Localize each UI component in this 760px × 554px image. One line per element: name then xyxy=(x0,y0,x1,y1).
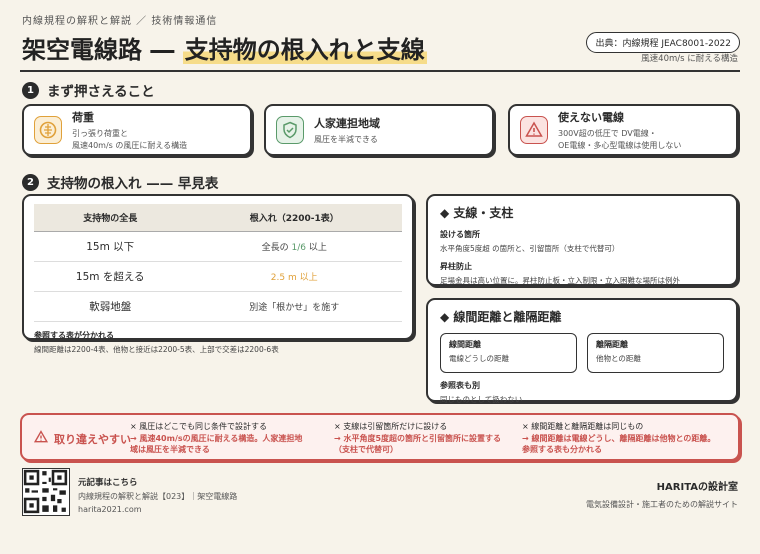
card-residential: 人家連担地域 風圧を半減できる xyxy=(264,104,494,156)
header-divider xyxy=(20,70,740,72)
common-mistakes-banner: 取り違えやすい × 風圧はどこでも同じ条件で設計する → 風速40m/sの風圧に… xyxy=(20,413,740,461)
section2-title: 支持物の根入れ —— 早見表 xyxy=(47,176,219,192)
separation-distance-title: 離隔距離 xyxy=(596,340,628,349)
table-cell-length: 軟弱地盤 xyxy=(34,291,187,322)
card-unusable-title: 使えない電線 xyxy=(558,110,624,124)
source-badge: 出典：内線規程 JEAC8001-2022 xyxy=(586,32,740,53)
card-load: 荷重 引っ張り荷重と風速40m/s の風圧に耐える構造 xyxy=(22,104,252,156)
table-header-length: 支持物の全長 xyxy=(34,204,187,232)
table-cell-depth: 全長の 1/6 以上 xyxy=(186,231,402,262)
table-cell-length: 15m 以下 xyxy=(34,231,187,262)
mistake-wrong: × 風圧はどこでも同じ条件で設計する xyxy=(130,422,268,431)
card-unusable-desc2: OE電線・多心型電線は使用しない xyxy=(558,140,682,150)
card-load-title: 荷重 xyxy=(72,110,94,124)
qr-code[interactable] xyxy=(22,468,70,516)
separation-distance-box: 離隔距離 他物との距離 xyxy=(587,333,724,373)
mistake-right: → 線間距離は電線どうし、離隔距離は他物との距離。 xyxy=(522,433,716,443)
common-mistakes-label: 取り違えやすい xyxy=(33,430,131,447)
site-url[interactable]: harita2021.com xyxy=(78,505,237,514)
title-main: 架空電線路 ― xyxy=(22,36,183,64)
shield-check-icon xyxy=(276,116,304,144)
separation-distance-desc: 他物との距離 xyxy=(596,354,641,363)
article-link[interactable]: 元記事はこちら 内線規程の解釈と解説【023】｜架空電線路 harita2021… xyxy=(78,476,237,514)
page-title: 架空電線路 ― 支持物の根入れと支線 xyxy=(22,30,427,65)
mistake-right: → 水平角度5度超の箇所と引留箇所に設置する xyxy=(334,433,502,443)
mistake-right: （支柱で代替可） xyxy=(334,445,398,455)
card-residential-desc1: 風圧を半減できる xyxy=(314,134,378,144)
guy-wire-item-title: 昇柱防止 xyxy=(440,262,472,271)
eyebrow-text: 内線規程の解釈と解説 ／ 技術情報通信 xyxy=(22,16,218,27)
mistake-wrong: × 支線は引留箇所だけに設ける xyxy=(334,422,448,431)
table-row: 15m 以下 全長の 1/6 以上 xyxy=(34,231,402,262)
footer-brand: HARITAの設計室 電気設備設計・施工者のための解説サイト xyxy=(586,478,738,510)
title-highlight: 支持物の根入れと支線 xyxy=(182,36,427,64)
distance-ref-desc: 同じものとして扱わない xyxy=(440,395,523,404)
table-cell-depth: 2.5 m 以上 xyxy=(186,261,402,292)
section1-heading: 1 まず押さえること xyxy=(22,80,155,100)
distance-ref-title: 参照表も別 xyxy=(440,381,480,390)
section2-heading: 2 支持物の根入れ —— 早見表 xyxy=(22,172,218,192)
card-unusable-desc1: 300V超の低圧で DV電線・ xyxy=(558,128,657,138)
table-header-depth: 根入れ（2200-1表） xyxy=(186,204,402,232)
article-link-title: 元記事はこちら xyxy=(78,478,138,488)
brand-tagline: 電気設備設計・施工者のための解説サイト xyxy=(586,500,738,509)
distance-panel: ◆ 線間距離と離隔距離 線間距離 電線どうしの距離 離隔距離 他物との距離 参照… xyxy=(426,298,738,404)
guy-wire-item-desc: 水平角度5度超 の箇所と、引留箇所（支柱で代替可） xyxy=(440,244,620,253)
section1-title: まず押さえること xyxy=(47,84,155,100)
mistake-item: × 線間距離と離隔距離は同じもの → 線間距離は電線どうし、離隔距離は他物との距… xyxy=(522,421,715,456)
mistake-right: 域は風圧を半減できる xyxy=(130,445,210,455)
guy-wire-title: ◆ 支線・支柱 xyxy=(440,206,514,220)
table-row: 15m を超える 2.5 m 以上 xyxy=(34,261,402,292)
section2-number: 2 xyxy=(22,173,39,191)
distance-title: ◆ 線間距離と離隔距離 xyxy=(440,310,562,324)
card-residential-title: 人家連担地域 xyxy=(314,116,380,130)
burial-depth-table-card: 支持物の全長 根入れ（2200-1表） 15m 以下 全長の 1/6 以上 15… xyxy=(22,194,414,354)
card-load-desc2: 風速40m/s の風圧に耐える構造 xyxy=(72,140,188,150)
guy-wire-item-desc: 足場金具は高い位置に。昇柱防止板・立入制限・立入困難な場所は例外 xyxy=(440,276,680,285)
source-note: 風速40m/s に耐える構造 xyxy=(641,54,738,64)
mistake-item: × 支線は引留箇所だけに設ける → 水平角度5度超の箇所と引留箇所に設置する （… xyxy=(334,421,501,456)
mistake-item: × 風圧はどこでも同じ条件で設計する → 風速40m/sの風圧に耐える構造。人家… xyxy=(130,421,302,456)
mistake-wrong: × 線間距離と離隔距離は同じもの xyxy=(522,422,644,431)
warning-icon xyxy=(33,430,49,447)
table-cell-depth: 別途「根かせ」を施す xyxy=(186,291,402,322)
section1-number: 1 xyxy=(22,81,39,99)
article-link-desc: 内線規程の解釈と解説【023】｜架空電線路 xyxy=(78,492,238,501)
line-distance-title: 線間距離 xyxy=(449,340,481,349)
table-ref-desc: 線間距離は2200-4表、他物と接近は2200-5表、上部で交差は2200-6表 xyxy=(34,345,279,354)
line-distance-desc: 電線どうしの距離 xyxy=(449,354,509,363)
card-unusable-wire: 使えない電線 300V超の低圧で DV電線・ OE電線・多心型電線は使用しない xyxy=(508,104,738,156)
mistake-right: 参照する表も分かれる xyxy=(522,445,602,455)
table-cell-length: 15m を超える xyxy=(34,261,187,292)
table-row: 軟弱地盤 別途「根かせ」を施す xyxy=(34,291,402,322)
mistake-right: → 風速40m/sの風圧に耐える構造。人家連担地 xyxy=(130,433,303,443)
line-distance-box: 線間距離 電線どうしの距離 xyxy=(440,333,577,373)
card-load-desc1: 引っ張り荷重と xyxy=(72,128,128,138)
guy-wire-item-title: 設ける箇所 xyxy=(440,230,480,239)
load-icon xyxy=(34,116,62,144)
brand-name: HARITAの設計室 xyxy=(656,482,738,493)
burial-depth-table: 支持物の全長 根入れ（2200-1表） 15m 以下 全長の 1/6 以上 15… xyxy=(34,204,402,322)
table-ref-title: 参照する表が分かれる xyxy=(34,331,114,340)
warning-icon xyxy=(520,116,548,144)
guy-wire-panel: ◆ 支線・支柱 設ける箇所 水平角度5度超 の箇所と、引留箇所（支柱で代替可） … xyxy=(426,194,738,286)
